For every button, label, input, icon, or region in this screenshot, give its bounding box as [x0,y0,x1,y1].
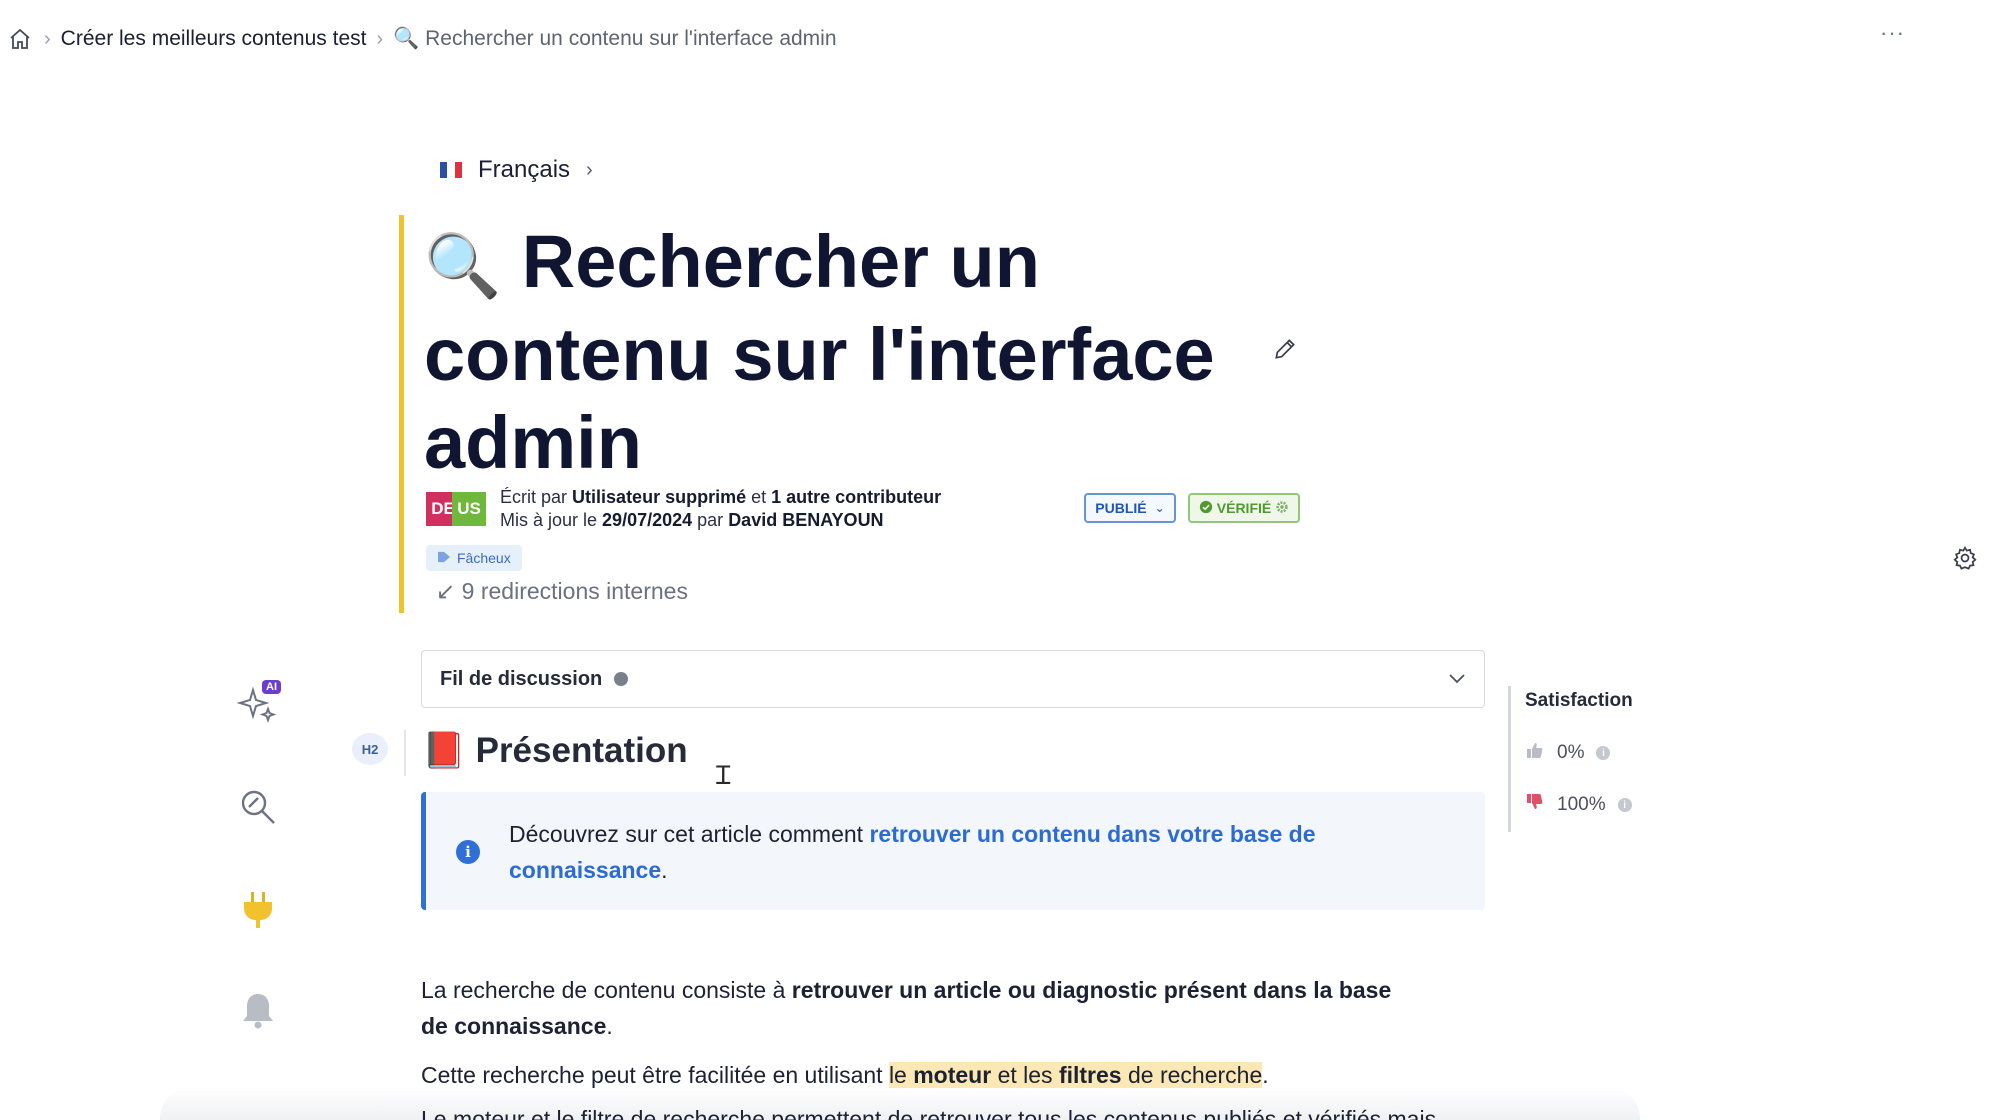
home-icon[interactable] [8,26,34,52]
updated-date: 29/07/2024 [602,510,693,530]
discussion-thread-toggle[interactable]: Fil de discussion [421,650,1485,708]
satisfaction-title: Satisfaction [1525,690,1633,711]
status-dot [614,672,629,686]
info-icon[interactable]: i [1617,798,1632,812]
heading-level-chip[interactable]: H2 [352,733,388,765]
status-badge-published[interactable]: PUBLIÉ ⌄ [1084,493,1176,523]
chevron-right-icon: › [44,27,51,50]
satisfaction-positive: 0% i [1525,740,1611,766]
tag-icon [437,550,451,566]
check-circle-icon [1199,500,1213,517]
highlighted-text: le moteur et les filtres de recherche [888,1062,1263,1088]
chevron-right-icon: › [586,158,593,181]
internal-redirects-link[interactable]: ↙ 9 redirections internes [436,578,688,605]
thumbs-down-icon [1525,792,1545,818]
more-options-icon[interactable]: ··· [1880,20,1905,46]
article-meta: Écrit par Utilisateur supprimé et 1 autr… [500,487,942,530]
arrow-down-left-icon: ↙ [436,578,456,604]
french-flag-icon [440,162,462,178]
settings-gear-icon[interactable] [1952,545,1980,573]
info-icon[interactable]: i [1596,746,1611,760]
title-accent-bar [399,215,404,613]
thumbs-up-icon [1525,740,1545,766]
section-heading: 📕 Présentation [422,730,688,771]
language-label: Français [478,156,571,183]
bell-icon[interactable] [236,988,284,1036]
breadcrumb-item-current: 🔍 Rechercher un contenu sur l'interface … [393,27,837,50]
tag-chip[interactable]: Fâcheux [426,545,522,571]
title-text: Rechercher un contenu sur l'interface ad… [424,220,1215,484]
ai-badge: AI [262,680,281,694]
page-title[interactable]: 🔍 Rechercher un contenu sur l'interface … [424,218,1244,487]
heading-divider [404,730,406,776]
chevron-right-icon: › [376,27,384,50]
magnifier-icon: 🔍 [424,232,502,301]
chevron-down-icon [1448,668,1466,691]
breadcrumb-item-collection[interactable]: Créer les meilleurs contenus test [61,27,367,51]
search-wrench-icon[interactable] [236,785,284,833]
chevron-down-icon: ⌄ [1154,501,1165,515]
status-badge-verified[interactable]: VÉRIFIÉ [1188,493,1300,523]
body-paragraph: La recherche de contenu consiste à retro… [421,977,1392,1039]
book-icon: 📕 [422,731,466,770]
info-text: Découvrez sur cet article comment retrou… [509,821,1316,883]
info-icon: i [456,840,480,864]
body-paragraph-partial: Le moteur et le filtre de recherche perm… [421,1106,1437,1120]
contributors-link[interactable]: 1 autre contributeur [771,487,941,507]
info-callout: i Découvrez sur cet article comment retr… [421,792,1485,910]
pencil-icon[interactable] [1272,336,1298,362]
text-cursor-icon: Ɪ [716,760,731,790]
language-selector[interactable]: Français › [440,156,593,184]
gear-icon [1275,500,1289,517]
author-avatars[interactable]: DE US [426,492,486,526]
plug-icon[interactable] [236,888,284,936]
author-name: Utilisateur supprimé [572,487,747,507]
satisfaction-negative: 100% i [1525,792,1632,818]
avatar[interactable]: US [452,492,486,526]
breadcrumb: › Créer les meilleurs contenus test › 🔍 … [8,22,837,56]
satisfaction-panel: Satisfaction 0% i 100% i [1508,686,1728,832]
updated-by: David BENAYOUN [728,510,884,530]
